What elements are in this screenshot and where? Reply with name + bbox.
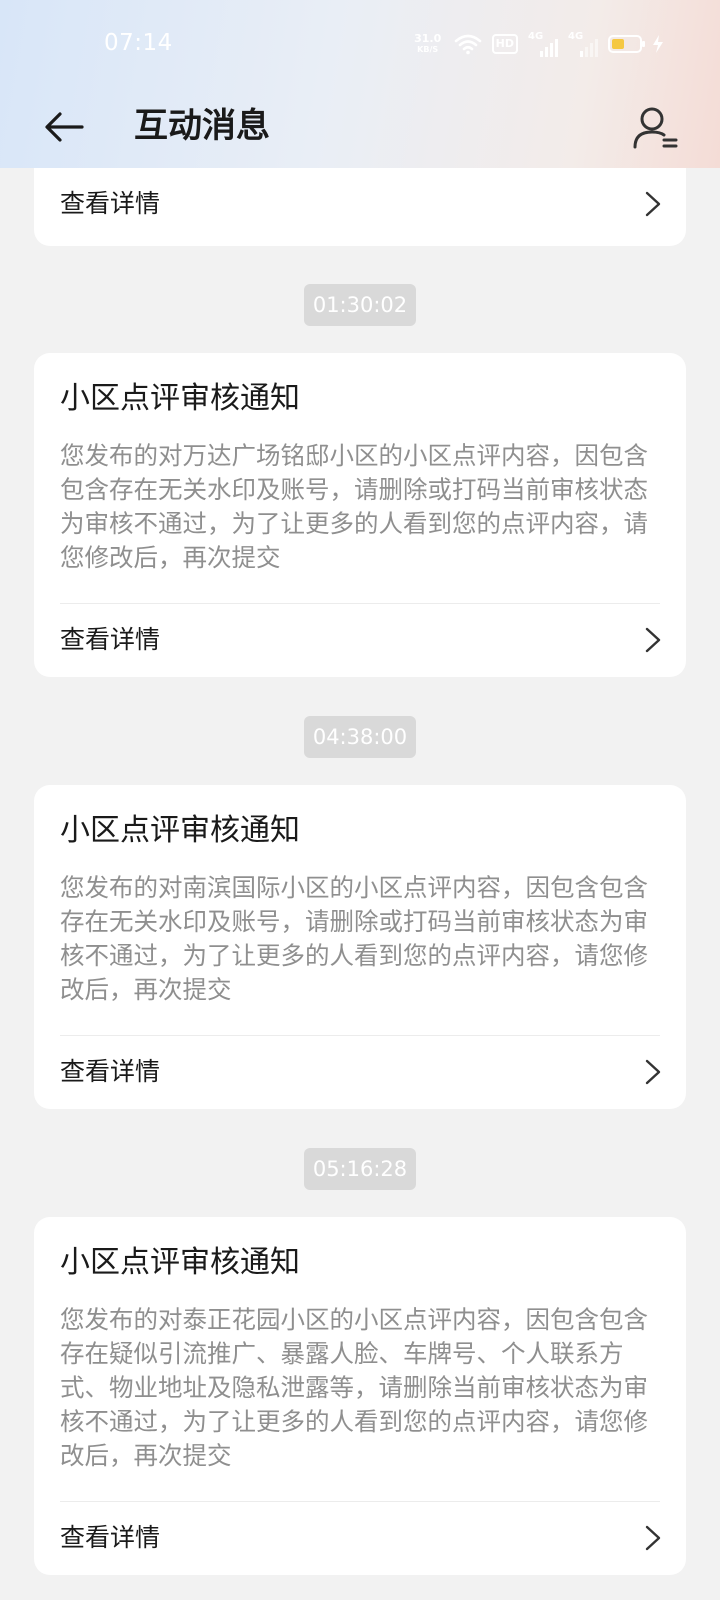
chevron-right-icon [645,627,661,653]
message-card: 小区点评审核通知 您发布的对泰正花园小区的小区点评内容，因包含包含存在疑似引流推… [34,1217,686,1575]
wifi-icon [454,34,481,55]
chevron-right-icon [645,191,661,217]
message-title: 小区点评审核通知 [60,813,300,848]
chevron-right-icon [645,1525,661,1551]
hd-badge: HD [491,34,518,54]
view-details-row[interactable]: 查看详情 [34,1502,686,1574]
arrow-left-icon[interactable] [40,102,90,152]
network-speed: 31.0 KB/S [412,33,444,55]
message-body: 您发布的对南滨国际小区的小区点评内容，因包含包含存在无关水印及账号，请删除或打码… [60,873,648,1004]
message-card: 小区点评审核通知 您发布的对万达广场铭邸小区的小区点评内容，因包含包含存在无关水… [34,353,686,677]
message-body: 您发布的对万达广场铭邸小区的小区点评内容，因包含包含存在无关水印及账号，请删除或… [60,441,648,572]
timestamp-badge: 01:30:02 [304,284,416,326]
view-details-label: 查看详情 [60,625,161,654]
view-details-row[interactable]: 查看详情 [34,168,686,240]
view-details-label: 查看详情 [60,189,161,218]
timestamp-badge: 04:38:00 [304,716,416,758]
battery-icon [608,35,645,53]
view-details-label: 查看详情 [60,1523,161,1552]
status-icons: 31.0 KB/S HD 4G 4G [412,28,664,60]
status-time: 07:14 [104,30,173,56]
network-speed-unit: KB/S [417,45,439,54]
chevron-right-icon [645,1059,661,1085]
view-details-row[interactable]: 查看详情 [34,604,686,676]
view-details-row[interactable]: 查看详情 [34,1036,686,1108]
message-title: 小区点评审核通知 [60,1245,300,1280]
page-title: 互动消息 [134,106,270,146]
signal-icon: 4G [528,31,558,57]
message-list: 查看详情 01:30:02 小区点评审核通知 您发布的对万达广场铭邸小区的小区点… [0,0,720,1600]
view-details-label: 查看详情 [60,1057,161,1086]
battery-level [612,39,624,49]
status-bar: 07:14 31.0 KB/S HD 4G 4G [0,0,720,88]
network-speed-value: 31.0 [414,32,442,45]
message-body: 您发布的对泰正花园小区的小区点评内容，因包含包含存在疑似引流推广、暴露人脸、车牌… [60,1305,648,1470]
charging-icon [653,35,663,53]
timestamp-badge: 05:16:28 [304,1148,416,1190]
message-title: 小区点评审核通知 [60,381,300,416]
user-settings-icon[interactable] [630,102,680,152]
top-bar: 07:14 31.0 KB/S HD 4G 4G 互动消息 [0,0,720,168]
app-header: 互动消息 [0,88,720,168]
signal-icon: 4G [568,31,598,57]
message-card: 小区点评审核通知 您发布的对南滨国际小区的小区点评内容，因包含包含存在无关水印及… [34,785,686,1109]
